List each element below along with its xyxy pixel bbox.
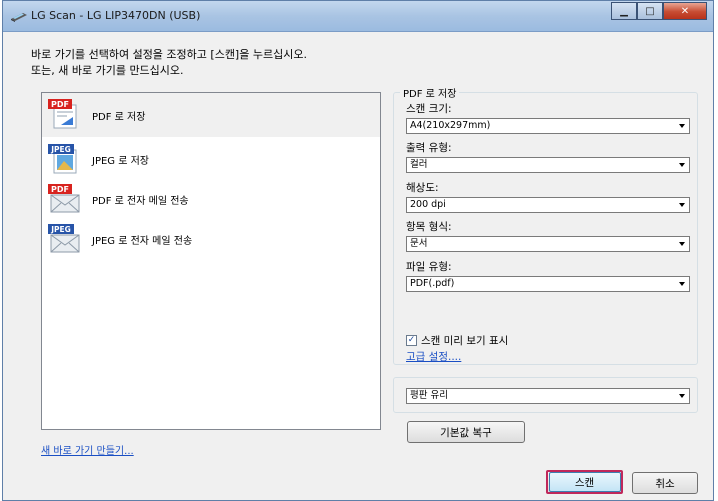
shortcut-label: PDF 로 저장 [92,111,146,123]
shortcut-item-jpeg-email[interactable]: JPEG JPEG 로 전자 메일 전송 [42,221,380,257]
maximize-button[interactable]: □ [637,2,663,20]
source-value: 평판 유리 [410,390,448,401]
dialog-content: 바로 가기를 선택하여 설정을 조정하고 [스캔]을 누르십시오. 또는, 새 … [3,32,713,500]
cancel-button-label: 취소 [655,477,675,490]
file-type-value: PDF(.pdf) [410,278,455,289]
settings-group: PDF 로 저장 스캔 크기: A4(210x297mm) 출력 유형: 컬러 … [393,85,698,365]
window-controls: ▁ □ ✕ [611,2,707,22]
source-group: 평판 유리 [393,377,698,413]
svg-text:JPEG: JPEG [50,225,71,234]
svg-text:PDF: PDF [51,185,69,194]
output-type-label: 출력 유형: [406,142,452,154]
shortcut-label: PDF 로 전자 메일 전송 [92,195,189,207]
resolution-label: 해상도: [406,182,439,194]
shortcut-item-jpeg-save[interactable]: JPEG JPEG 로 저장 [42,141,380,177]
preview-checkbox-row[interactable]: ✓ 스캔 미리 보기 표시 [406,333,508,348]
title-bar[interactable]: LG Scan - LG LIP3470DN (USB) ▁ □ ✕ [3,1,713,32]
instruction-line-1: 바로 가기를 선택하여 설정을 조정하고 [스캔]을 누르십시오. [31,48,307,61]
dropdown-arrow-icon [679,203,685,207]
checkmark-icon: ✓ [407,335,416,345]
settings-group-title: PDF 로 저장 [400,85,460,100]
scanner-app-icon [11,13,27,22]
dropdown-arrow-icon [679,394,685,398]
new-shortcut-link[interactable]: 새 바로 가기 만들기... [41,442,134,457]
shortcut-label: JPEG 로 저장 [92,155,150,167]
preview-checkbox[interactable]: ✓ [406,335,417,346]
scan-button-face: 스캔 [548,472,621,492]
reset-defaults-button[interactable]: 기본값 복구 [407,421,525,443]
instructions: 바로 가기를 선택하여 설정을 조정하고 [스캔]을 누르십시오. 또는, 새 … [31,47,307,79]
resolution-value: 200 dpi [410,199,446,210]
shortcut-list[interactable]: PDF PDF 로 저장 JPEG JPEG 로 저장 PDF PDF 로 전자… [41,92,381,430]
dropdown-arrow-icon [679,124,685,128]
scan-size-select[interactable]: A4(210x297mm) [406,118,690,134]
close-icon: ✕ [680,5,690,17]
jpeg-image-icon: JPEG [48,144,77,174]
output-type-value: 컬러 [410,159,428,170]
scan-button-label: 스캔 [574,476,595,489]
advanced-settings-link[interactable]: 고급 설정.... [406,349,461,364]
output-type-select[interactable]: 컬러 [406,157,690,173]
shortcut-item-pdf-email[interactable]: PDF PDF 로 전자 메일 전송 [42,181,380,217]
scan-size-value: A4(210x297mm) [410,120,491,131]
jpeg-email-envelope-icon: JPEG [48,224,80,253]
source-select[interactable]: 평판 유리 [406,388,690,404]
resolution-select[interactable]: 200 dpi [406,197,690,213]
reset-defaults-label: 기본값 복구 [440,426,492,439]
dropdown-arrow-icon [679,163,685,167]
item-format-label: 항목 형식: [406,221,452,233]
dropdown-arrow-icon [679,242,685,246]
minimize-button[interactable]: ▁ [611,2,637,20]
minimize-icon: ▁ [620,5,628,17]
file-type-label: 파일 유형: [406,261,452,273]
dropdown-arrow-icon [679,282,685,286]
item-format-value: 문서 [410,238,428,249]
window-title: LG Scan - LG LIP3470DN (USB) [31,9,201,22]
svg-text:JPEG: JPEG [50,145,71,154]
maximize-icon: □ [645,5,655,17]
scan-dialog-window: LG Scan - LG LIP3470DN (USB) ▁ □ ✕ 바로 가기… [2,0,714,501]
pdf-email-envelope-icon: PDF [48,184,80,213]
scan-button[interactable]: 스캔 [546,470,623,494]
scan-size-label: 스캔 크기: [406,103,452,115]
instruction-line-2: 또는, 새 바로 가기를 만드십시오. [31,64,184,77]
shortcut-label: JPEG 로 전자 메일 전송 [92,235,193,247]
preview-checkbox-label: 스캔 미리 보기 표시 [421,335,509,347]
item-format-select[interactable]: 문서 [406,236,690,252]
pdf-document-icon: PDF [48,99,77,129]
close-button[interactable]: ✕ [663,2,707,20]
file-type-select[interactable]: PDF(.pdf) [406,276,690,292]
svg-text:PDF: PDF [51,100,69,109]
shortcut-item-pdf-save[interactable]: PDF PDF 로 저장 [42,93,380,137]
cancel-button[interactable]: 취소 [632,472,698,494]
